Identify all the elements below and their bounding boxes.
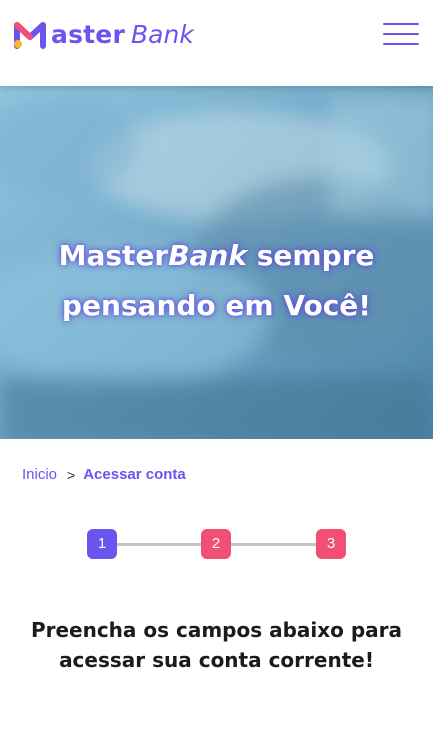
step-1[interactable]: 1 (87, 529, 117, 559)
step-indicator: 1 2 3 (0, 529, 433, 561)
hero-title-line-2: pensando em Você! (61, 289, 372, 322)
logo-text-secondary: Bank (131, 19, 194, 49)
step-3[interactable]: 3 (316, 529, 346, 559)
hero-title: MasterBank sempre pensando em Você! (0, 231, 433, 331)
hero-title-line-1: MasterBank sempre (0, 231, 433, 281)
hero-title-part-1: Master (58, 239, 169, 272)
menu-bar (383, 43, 419, 45)
hero-banner: MasterBank sempre pensando em Você! (0, 86, 433, 439)
breadcrumb: Inicio > Acessar conta (22, 466, 186, 483)
instructions-heading: Preencha os campos abaixo para acessar s… (30, 618, 403, 672)
breadcrumb-separator: > (67, 466, 76, 483)
logo-text-primary: aster (51, 19, 125, 49)
menu-bar (383, 33, 419, 35)
hamburger-menu-icon[interactable] (383, 22, 419, 46)
breadcrumb-current: Acessar conta (83, 466, 186, 483)
masterbank-logo-icon (14, 22, 46, 49)
step-2[interactable]: 2 (201, 529, 231, 559)
menu-bar (383, 23, 419, 25)
site-header: aster Bank (0, 0, 433, 86)
brand-logo[interactable]: aster Bank (14, 19, 194, 49)
hero-title-part-3: sempre (246, 239, 375, 272)
hero-title-part-2: Bank (168, 239, 247, 272)
breadcrumb-home-link[interactable]: Inicio (22, 466, 57, 483)
